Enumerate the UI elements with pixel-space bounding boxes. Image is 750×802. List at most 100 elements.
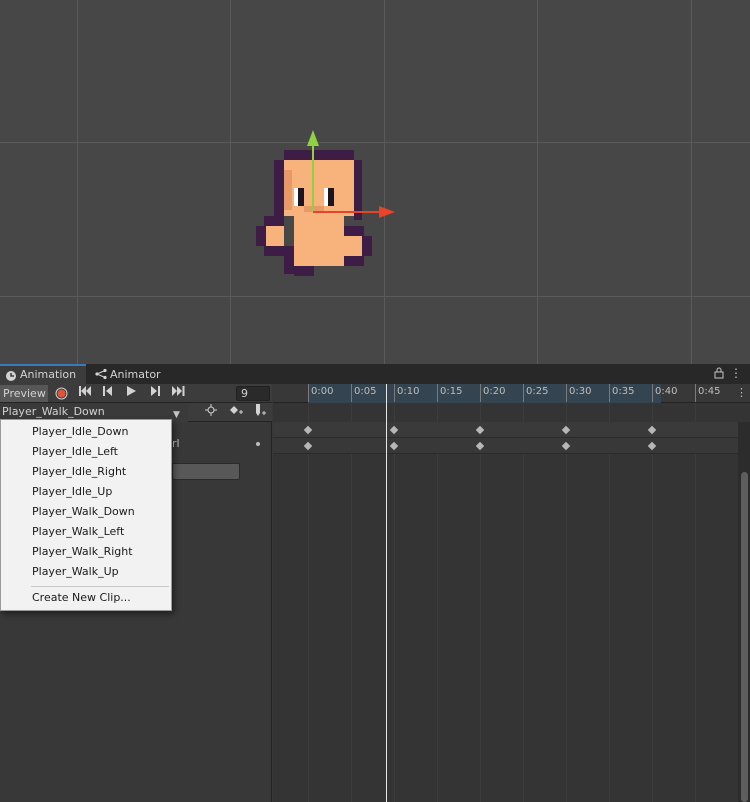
- menu-item-clip-label: Player_Walk_Down: [1, 502, 171, 522]
- timeline-gridline: [523, 403, 524, 802]
- ruler-label: 0:20: [483, 386, 506, 397]
- move-gizmo[interactable]: [295, 128, 405, 228]
- keyframe[interactable]: [475, 441, 485, 451]
- timeline-gridline: [566, 403, 567, 802]
- kebab-menu-icon[interactable]: ⋮: [730, 366, 742, 380]
- play-button[interactable]: [120, 385, 142, 402]
- ruler-tick: [394, 384, 395, 402]
- preview-button[interactable]: Preview: [0, 385, 48, 402]
- menu-separator: [31, 586, 169, 587]
- add-keyframe-button[interactable]: [224, 404, 248, 421]
- ruler-tick: [437, 384, 438, 402]
- property-options-icon[interactable]: [256, 442, 260, 446]
- ruler-label: 0:25: [526, 386, 549, 397]
- timeline-gridline: [695, 403, 696, 802]
- ruler-label: 0:10: [397, 386, 420, 397]
- keyframe[interactable]: [647, 441, 657, 451]
- ruler-tick: [609, 384, 610, 402]
- last-keyframe-button[interactable]: [167, 385, 189, 402]
- ruler-tick: [523, 384, 524, 402]
- keyframe[interactable]: [303, 425, 313, 435]
- menu-item-selected[interactable]: Player_Walk_Down: [1, 502, 171, 522]
- grid-line: [0, 296, 750, 297]
- add-event-icon: [256, 404, 266, 416]
- ruler-label: 0:45: [698, 386, 721, 397]
- menu-item-clip[interactable]: Player_Idle_Down: [1, 422, 171, 442]
- menu-item-clip[interactable]: Player_Idle_Right: [1, 462, 171, 482]
- clip-dropdown-menu: Player_Idle_Down Player_Idle_Left Player…: [0, 419, 172, 611]
- menu-item-clip[interactable]: Player_Walk_Left: [1, 522, 171, 542]
- timeline-gridline: [437, 403, 438, 802]
- animator-graph-icon: [95, 368, 107, 380]
- add-event-button[interactable]: [248, 404, 272, 421]
- menu-item-clip[interactable]: Player_Walk_Up: [1, 562, 171, 582]
- vertical-scrollbar[interactable]: [738, 422, 750, 802]
- keyframe[interactable]: [647, 425, 657, 435]
- clock-icon: [6, 371, 16, 381]
- skip-first-icon: [79, 386, 91, 396]
- create-new-clip-item[interactable]: Create New Clip...: [1, 588, 171, 608]
- keyframe[interactable]: [303, 441, 313, 451]
- previous-keyframe-button[interactable]: [97, 385, 119, 402]
- menu-item-clip[interactable]: Player_Idle_Left: [1, 442, 171, 462]
- record-icon: [55, 387, 67, 400]
- dopesheet-timeline[interactable]: 0:00 0:05 0:10 0:15 0:20 0:25 0:30 0:35 …: [273, 384, 750, 802]
- play-icon: [126, 386, 136, 396]
- animation-toolbar: Preview 9: [0, 384, 272, 403]
- dopesheet-property-row[interactable]: [273, 438, 738, 454]
- timeline-menu-icon[interactable]: ⋮: [736, 386, 747, 399]
- keyframe[interactable]: [561, 425, 571, 435]
- grid-line: [230, 0, 231, 364]
- timeline-gridline: [480, 403, 481, 802]
- tab-bar: Animation Animator ⋮: [0, 364, 750, 384]
- dopesheet-summary-row[interactable]: [273, 422, 738, 438]
- menu-item-clip[interactable]: Player_Idle_Up: [1, 482, 171, 502]
- record-button[interactable]: [50, 385, 72, 402]
- add-property-button[interactable]: [172, 463, 240, 480]
- ruler-label: 0:30: [569, 386, 592, 397]
- keyframe[interactable]: [389, 441, 399, 451]
- timeline-gridline: [609, 403, 610, 802]
- ruler-tick: [308, 384, 309, 402]
- timeline-gridline: [394, 403, 395, 802]
- tab-animation[interactable]: Animation: [0, 364, 86, 384]
- timeline-gridline: [351, 403, 352, 802]
- ruler-tick: [566, 384, 567, 402]
- next-keyframe-button[interactable]: [144, 385, 166, 402]
- time-ruler[interactable]: 0:00 0:05 0:10 0:15 0:20 0:25 0:30 0:35 …: [273, 384, 750, 403]
- ruler-label: 0:15: [440, 386, 463, 397]
- ruler-label: 0:40: [655, 386, 678, 397]
- frame-input[interactable]: 9: [236, 386, 270, 401]
- ruler-tick: [652, 384, 653, 402]
- step-back-icon: [103, 386, 112, 396]
- tab-animator[interactable]: Animator: [90, 364, 170, 384]
- step-forward-icon: [151, 386, 160, 396]
- tab-label: Animator: [110, 368, 161, 381]
- add-keyframe-icon: [230, 406, 243, 414]
- keyframe[interactable]: [561, 441, 571, 451]
- timeline-gridline: [652, 403, 653, 802]
- ruler-tick: [351, 384, 352, 402]
- lock-icon[interactable]: [714, 367, 724, 379]
- grid-line: [537, 0, 538, 364]
- ruler-label: 0:00: [311, 386, 334, 397]
- tab-label: Animation: [20, 368, 77, 381]
- timeline-gridline: [308, 403, 309, 802]
- grid-line: [77, 0, 78, 364]
- filter-keyframes-button[interactable]: [199, 404, 223, 421]
- ruler-tick: [480, 384, 481, 402]
- property-label: rl: [172, 437, 180, 450]
- grid-line: [691, 0, 692, 364]
- scene-view[interactable]: [0, 0, 750, 364]
- ruler-label: 0:35: [612, 386, 635, 397]
- ruler-label: 0:05: [354, 386, 377, 397]
- keyframe[interactable]: [389, 425, 399, 435]
- clip-select-value: Player_Walk_Down: [2, 405, 105, 418]
- keyframe[interactable]: [475, 425, 485, 435]
- menu-item-clip[interactable]: Player_Walk_Right: [1, 542, 171, 562]
- ruler-tick: [695, 384, 696, 402]
- scrollbar-thumb[interactable]: [741, 472, 748, 802]
- playhead[interactable]: [386, 384, 387, 802]
- first-keyframe-button[interactable]: [74, 385, 96, 402]
- crosshair-icon: [205, 404, 217, 416]
